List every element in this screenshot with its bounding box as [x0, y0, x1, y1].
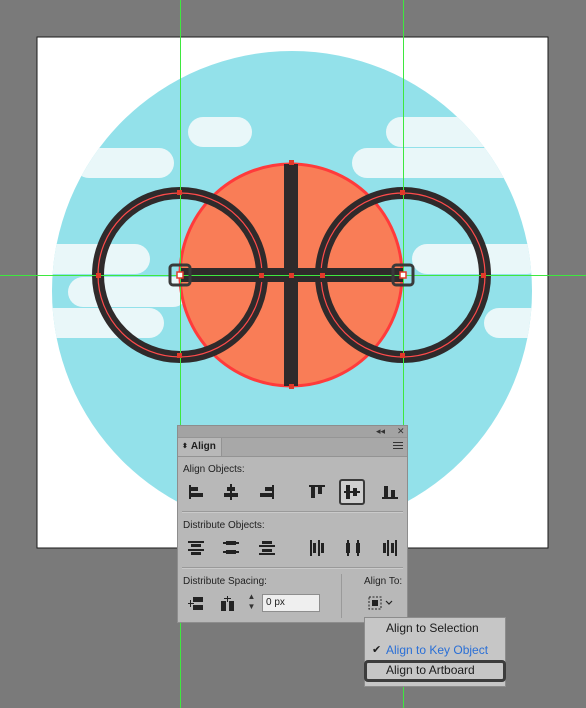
- panel-title-bar[interactable]: ◂◂ ✕: [178, 426, 407, 438]
- distribute-objects-label: Distribute Objects:: [183, 520, 265, 531]
- menu-item-align-to-selection[interactable]: Align to Selection: [365, 618, 505, 638]
- align-center-icon: [224, 484, 238, 500]
- menu-item-align-to-key-object[interactable]: ✔ Align to Key Object: [365, 640, 505, 660]
- cloud: [188, 117, 252, 147]
- align-vertical-center-icon: [344, 485, 360, 499]
- checkmark-icon: ✔: [372, 644, 382, 656]
- vertical-distribute-center-button[interactable]: [220, 537, 242, 559]
- anchor-point-selected[interactable]: [399, 271, 407, 279]
- collapse-icon[interactable]: ◂◂: [376, 426, 385, 436]
- align-bottom-icon: [382, 486, 398, 499]
- separator: [182, 567, 403, 569]
- close-icon[interactable]: ✕: [397, 426, 405, 436]
- distribute-vcenter-icon: [223, 541, 239, 554]
- horizontal-distribute-left-button[interactable]: [306, 537, 328, 559]
- anchor-point-selected[interactable]: [176, 271, 184, 279]
- align-top-icon: [309, 485, 325, 498]
- vertical-distribute-top-button[interactable]: [185, 537, 207, 559]
- horizontal-distribute-center-button[interactable]: [342, 537, 364, 559]
- vertical-distribute-bottom-button[interactable]: [256, 537, 278, 559]
- distribute-horizontal-space-icon: [221, 596, 234, 611]
- align-panel: ◂◂ ✕ ⬍ Align Align Objects: Distribute Ob…: [177, 425, 408, 623]
- distribute-top-icon: [188, 541, 204, 555]
- tab-align-label: Align: [190, 441, 216, 452]
- horizontal-align-center-button[interactable]: [220, 481, 242, 503]
- align-to-key-object-icon: [368, 596, 393, 610]
- panel-divider: [341, 574, 342, 618]
- align-objects-label: Align Objects:: [183, 464, 245, 475]
- vertical-align-bottom-button[interactable]: [379, 481, 401, 503]
- distribute-left-icon: [310, 540, 324, 556]
- align-right-icon: [260, 485, 274, 499]
- align-left-icon: [189, 485, 203, 499]
- horizontal-align-left-button[interactable]: [185, 481, 207, 503]
- panel-menu-icon[interactable]: [393, 442, 403, 451]
- vertical-distribute-space-button[interactable]: [185, 593, 207, 615]
- horizontal-align-right-button[interactable]: [256, 481, 278, 503]
- align-to-dropdown-button[interactable]: [364, 592, 400, 614]
- tab-align[interactable]: ⬍ Align: [178, 438, 222, 456]
- panel-tab-row: ⬍ Align: [178, 438, 407, 457]
- horizontal-distribute-right-button[interactable]: [379, 537, 401, 559]
- menu-item-label: Align to Artboard: [386, 663, 475, 677]
- tab-arrows-icon: ⬍: [182, 443, 188, 450]
- vertical-align-top-button[interactable]: [306, 481, 328, 503]
- distribute-vertical-space-icon: [188, 597, 203, 610]
- horizontal-distribute-space-button[interactable]: [217, 593, 239, 615]
- distribute-bottom-icon: [259, 541, 275, 555]
- align-to-menu: Align to Selection ✔ Align to Key Object…: [364, 617, 506, 687]
- spacing-value-input[interactable]: 0 px: [262, 594, 320, 612]
- menu-item-label: Align to Selection: [386, 621, 479, 635]
- spacing-stepper[interactable]: ▲ ▼: [246, 592, 257, 614]
- vertical-align-center-button[interactable]: [339, 479, 365, 505]
- menu-item-align-to-artboard[interactable]: Align to Artboard: [364, 660, 506, 682]
- separator: [182, 511, 403, 513]
- distribute-spacing-label: Distribute Spacing:: [183, 576, 267, 587]
- cloud: [484, 308, 532, 338]
- align-to-label: Align To:: [364, 576, 403, 587]
- distribute-right-icon: [383, 540, 397, 556]
- menu-item-label: Align to Key Object: [386, 643, 489, 657]
- distribute-hcenter-icon: [346, 540, 360, 556]
